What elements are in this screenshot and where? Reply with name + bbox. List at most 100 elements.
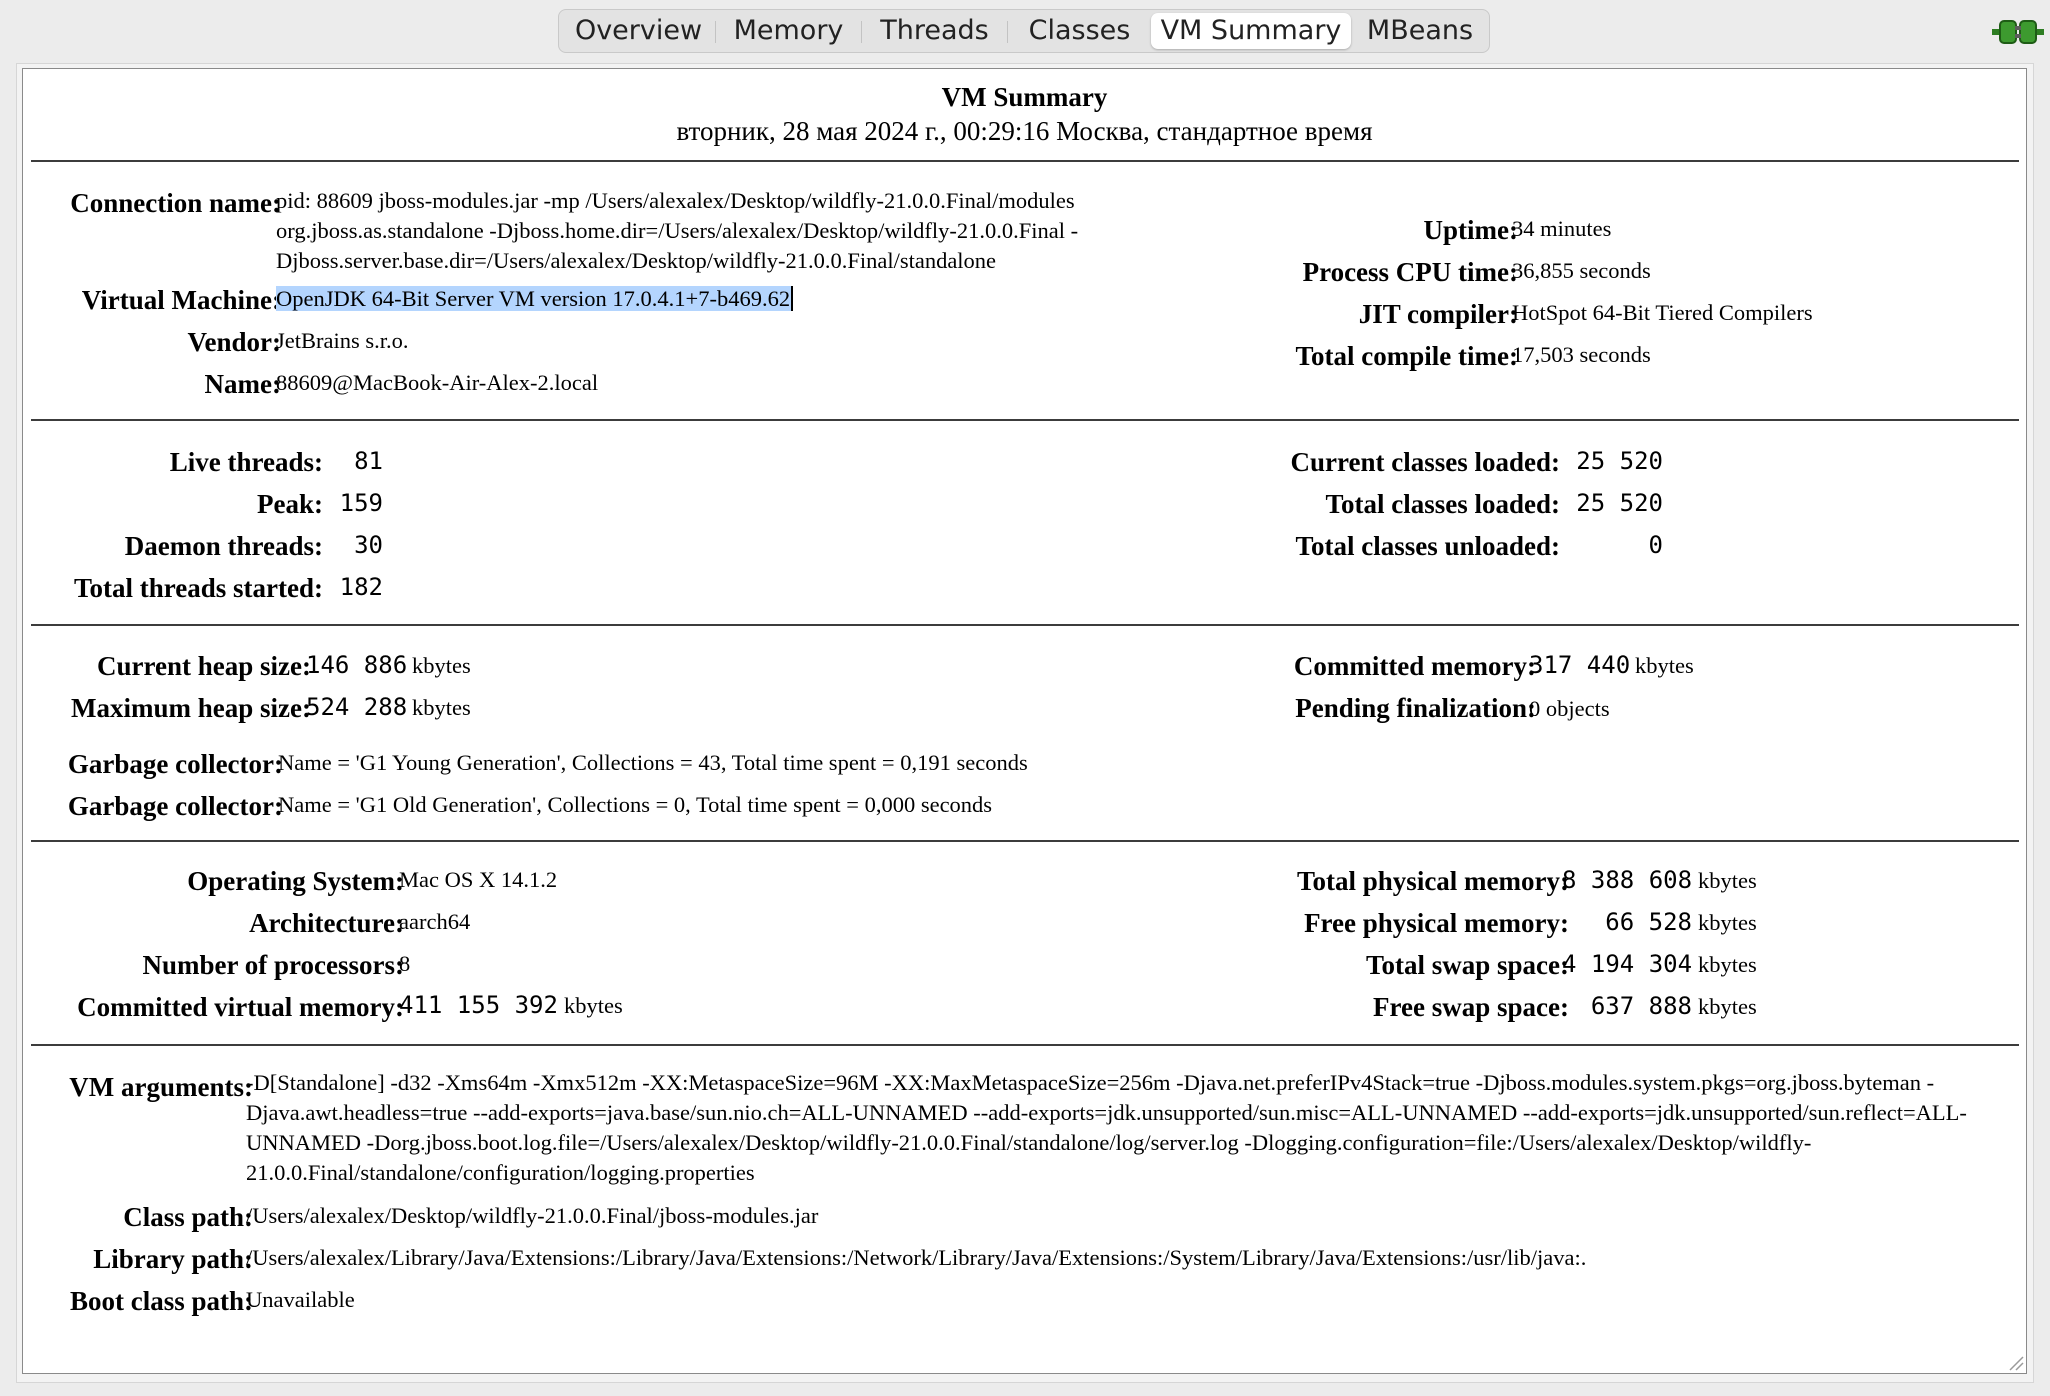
live-threads-value: 81 [354, 447, 383, 475]
current-heap-size-number: 146 886 [306, 651, 408, 679]
vendor-label: Vendor: [187, 327, 281, 357]
total-swap-space-number: 4 194 304 [1562, 950, 1693, 978]
pending-finalization-value: 0 objects [1529, 696, 1610, 721]
peak-threads-value: 159 [339, 489, 383, 517]
peak-threads-label: Peak: [257, 489, 323, 519]
operating-system-label: Operating System: [187, 866, 404, 896]
section-divider [31, 1044, 2019, 1046]
total-compile-time-value: 17,503 seconds [1512, 342, 1651, 367]
current-heap-size-unit: kbytes [412, 653, 471, 678]
vm-summary-content: VM Summary вторник, 28 мая 2024 г., 00:2… [22, 68, 2027, 1374]
virtual-machine-value[interactable]: OpenJDK 64-Bit Server VM version 17.0.4.… [276, 286, 794, 312]
jit-compiler-value: HotSpot 64-Bit Tiered Compilers [1512, 300, 1813, 325]
total-swap-space-label: Total swap space: [1365, 950, 1569, 980]
architecture-value: aarch64 [399, 909, 471, 934]
tab-memory[interactable]: Memory [716, 13, 861, 49]
total-threads-started-value: 182 [339, 573, 383, 601]
section-divider [31, 840, 2019, 842]
free-swap-space-label: Free swap space: [1373, 992, 1569, 1022]
name-label: Name: [204, 369, 281, 399]
committed-memory-value: 317 440 kbytes [1529, 651, 1694, 679]
process-cpu-time-label: Process CPU time: [1302, 257, 1518, 287]
free-swap-space-unit: kbytes [1698, 994, 1757, 1019]
tab-classes[interactable]: Classes [1008, 13, 1151, 49]
boot-class-path-label: Boot class path: [69, 1286, 253, 1316]
section-divider [31, 160, 2019, 162]
current-heap-size-label: Current heap size: [97, 651, 311, 681]
free-physical-memory-label: Free physical memory: [1304, 908, 1569, 938]
resize-grip-icon[interactable] [2006, 1353, 2024, 1371]
total-physical-memory-value: 8 388 608 kbytes [1562, 866, 1757, 894]
committed-virtual-memory-value: 411 155 392 kbytes [399, 991, 623, 1019]
total-physical-memory-unit: kbytes [1698, 868, 1757, 893]
garbage-collector-label: Garbage collector: [67, 749, 283, 779]
total-compile-time-label: Total compile time: [1295, 341, 1518, 371]
class-path-label: Class path: [123, 1202, 253, 1232]
garbage-collector-old-value: Name = 'G1 Old Generation', Collections … [278, 792, 993, 817]
connection-name-value: pid: 88609 jboss-modules.jar -mp /Users/… [276, 188, 1079, 273]
free-swap-space-value: 637 888 kbytes [1562, 992, 1757, 1020]
free-physical-memory-number: 66 528 [1605, 908, 1692, 936]
vendor-value: JetBrains s.r.o. [276, 328, 409, 353]
summary-datetime: вторник, 28 мая 2024 г., 00:29:16 Москва… [676, 116, 1373, 146]
section-divider [31, 624, 2019, 626]
committed-virtual-memory-label: Committed virtual memory: [77, 992, 404, 1022]
current-heap-size-value: 146 886 kbytes [306, 651, 471, 679]
uptime-value: 34 minutes [1512, 216, 1612, 241]
virtual-machine-label: Virtual Machine: [81, 285, 281, 315]
page-title: VM Summary [941, 82, 1108, 112]
committed-memory-label: Committed memory: [1293, 651, 1536, 681]
number-of-processors-value: 8 [399, 951, 411, 976]
library-path-value: /Users/alexalex/Library/Java/Extensions:… [246, 1245, 1587, 1270]
total-swap-space-value: 4 194 304 kbytes [1562, 950, 1757, 978]
total-threads-started-label: Total threads started: [74, 573, 323, 603]
operating-system-value: Mac OS X 14.1.2 [399, 867, 558, 892]
vm-arguments-value: -D[Standalone] -d32 -Xms64m -Xmx512m -XX… [246, 1070, 1967, 1185]
vm-arguments-label: VM arguments: [69, 1072, 253, 1102]
process-cpu-time-value: 36,855 seconds [1512, 258, 1651, 283]
tab-threads[interactable]: Threads [862, 13, 1007, 49]
total-classes-loaded-value: 25 520 [1576, 489, 1663, 517]
section-divider [31, 419, 2019, 421]
daemon-threads-label: Daemon threads: [124, 531, 323, 561]
library-path-label: Library path: [93, 1244, 253, 1274]
committed-memory-unit: kbytes [1635, 653, 1694, 678]
live-threads-label: Live threads: [169, 447, 323, 477]
garbage-collector-label: Garbage collector: [67, 791, 283, 821]
committed-memory-number: 317 440 [1529, 651, 1631, 679]
total-swap-space-unit: kbytes [1698, 952, 1757, 977]
total-classes-unloaded-value: 0 [1648, 531, 1663, 559]
free-physical-memory-value: 66 528 kbytes [1562, 908, 1757, 936]
tab-overview[interactable]: Overview [561, 13, 716, 49]
tab-bar: Overview Memory Threads Classes VM Summa… [558, 9, 1490, 53]
free-physical-memory-unit: kbytes [1698, 910, 1757, 935]
total-classes-unloaded-label: Total classes unloaded: [1295, 531, 1560, 561]
current-classes-loaded-label: Current classes loaded: [1290, 447, 1561, 477]
connection-name-label: Connection name: [70, 188, 281, 218]
maximum-heap-size-label: Maximum heap size: [71, 693, 311, 723]
connection-plug-icon[interactable] [1992, 12, 2044, 52]
jit-compiler-label: JIT compiler: [1358, 299, 1518, 329]
daemon-threads-value: 30 [354, 531, 383, 559]
garbage-collector-young-value: Name = 'G1 Young Generation', Collection… [278, 750, 1028, 775]
total-classes-loaded-label: Total classes loaded: [1325, 489, 1560, 519]
tab-mbeans[interactable]: MBeans [1353, 13, 1487, 49]
total-physical-memory-number: 8 388 608 [1562, 866, 1693, 894]
maximum-heap-size-unit: kbytes [412, 695, 471, 720]
uptime-label: Uptime: [1423, 215, 1518, 245]
tab-vm-summary[interactable]: VM Summary [1151, 13, 1351, 49]
boot-class-path-value: Unavailable [246, 1287, 355, 1312]
maximum-heap-size-value: 524 288 kbytes [306, 693, 471, 721]
architecture-label: Architecture: [249, 908, 404, 938]
current-classes-loaded-value: 25 520 [1576, 447, 1663, 475]
free-swap-space-number: 637 888 [1590, 992, 1692, 1020]
virtual-machine-selection[interactable]: OpenJDK 64-Bit Server VM version 17.0.4.… [276, 286, 794, 311]
name-value: 88609@MacBook-Air-Alex-2.local [276, 370, 599, 395]
committed-virtual-memory-number: 411 155 392 [399, 991, 558, 1019]
committed-virtual-memory-unit: kbytes [563, 993, 623, 1018]
total-physical-memory-label: Total physical memory: [1297, 866, 1569, 896]
class-path-value: /Users/alexalex/Desktop/wildfly-21.0.0.F… [246, 1203, 819, 1228]
number-of-processors-label: Number of processors: [142, 950, 404, 980]
pending-finalization-label: Pending finalization: [1295, 693, 1536, 723]
maximum-heap-size-number: 524 288 [306, 693, 408, 721]
